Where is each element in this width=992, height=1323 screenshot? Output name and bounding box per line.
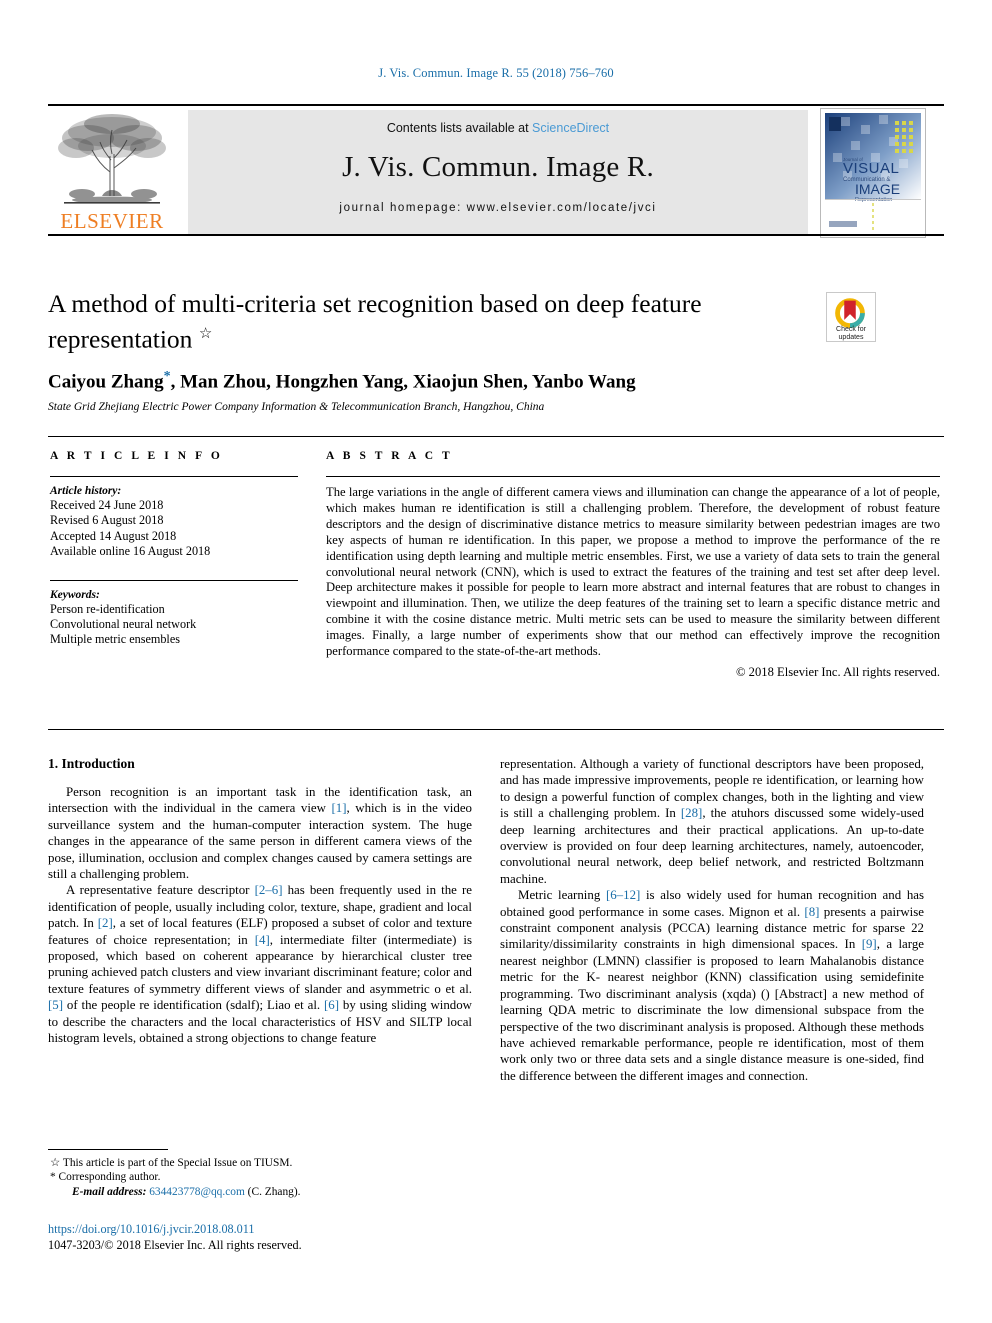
author-first: Caiyou Zhang xyxy=(48,370,164,392)
citation-ref[interactable]: [9] xyxy=(862,937,877,951)
footnote-text: Corresponding author. xyxy=(55,1171,161,1184)
author-rest: , Man Zhou, Hongzhen Yang, Xiaojun Shen,… xyxy=(170,370,636,392)
citation-ref[interactable]: [6–12] xyxy=(606,888,640,902)
abstract-text: The large variations in the angle of dif… xyxy=(326,485,940,659)
paragraph: Metric learning [6–12] is also widely us… xyxy=(500,887,924,1084)
citation-ref[interactable]: [2–6] xyxy=(255,883,283,897)
citation-ref[interactable]: [1] xyxy=(331,801,346,815)
journal-homepage-link[interactable]: journal homepage: www.elsevier.com/locat… xyxy=(339,202,656,214)
footnote-rule xyxy=(48,1149,168,1150)
footnote-star-mark: ☆ xyxy=(50,1157,61,1169)
keyword-item: Multiple metric ensembles xyxy=(50,632,180,647)
abstract-sub-rule xyxy=(326,476,940,477)
keywords-rule xyxy=(50,579,298,581)
title-block: A method of multi-criteria set recogniti… xyxy=(48,288,808,413)
citation-ref[interactable]: [2] xyxy=(98,916,113,930)
footnote-special-issue: ☆ This article is part of the Special Is… xyxy=(48,1156,472,1170)
paragraph: A representative feature descriptor [2–6… xyxy=(48,882,472,1046)
footnote-text: This article is part of the Special Issu… xyxy=(60,1157,293,1169)
title-footnote-star: ☆ xyxy=(198,326,213,342)
citation-ref[interactable]: [4] xyxy=(255,933,270,947)
elsevier-wordmark: ELSEVIER xyxy=(60,209,164,233)
svg-text:VISUAL: VISUAL xyxy=(843,160,899,177)
elsevier-tree-icon xyxy=(58,114,166,204)
citation-ref[interactable]: [28] xyxy=(681,806,702,820)
paper-title-text: A method of multi-criteria set recogniti… xyxy=(48,289,702,354)
citation-ref[interactable]: [8] xyxy=(804,905,819,919)
footnotes-block: ☆ This article is part of the Special Is… xyxy=(48,1149,472,1199)
paragraph: representation. Although a variety of fu… xyxy=(500,756,924,887)
paragraph: Person recognition is an important task … xyxy=(48,784,472,882)
email-suffix: (C. Zhang). xyxy=(244,1185,301,1198)
text-run: Metric learning xyxy=(518,888,606,903)
doi-block: https://doi.org/10.1016/j.jvcir.2018.08.… xyxy=(48,1222,472,1253)
article-info-column: Article history: Received 24 June 2018 R… xyxy=(50,476,298,648)
contents-available-line: Contents lists available at ScienceDirec… xyxy=(387,121,609,135)
running-head: J. Vis. Commun. Image R. 55 (2018) 756–7… xyxy=(378,66,614,80)
citation-ref[interactable]: [5] xyxy=(48,998,63,1012)
text-run: , a large nearest neighbor (LMNN) classi… xyxy=(500,937,924,1083)
journal-cover-thumbnail: Journal of VISUAL Communication & IMAGE … xyxy=(820,108,926,238)
body-column-right: representation. Although a variety of fu… xyxy=(500,756,924,1084)
info-sub-rule xyxy=(50,476,298,477)
crossmark-label-line2: updates xyxy=(838,334,864,341)
page-title: A method of multi-criteria set recogniti… xyxy=(48,288,808,355)
masthead-top-rule xyxy=(48,104,944,106)
citation-ref[interactable]: [6] xyxy=(324,998,339,1012)
corresponding-author-mark: * xyxy=(163,368,171,384)
history-item: Accepted 14 August 2018 xyxy=(50,528,177,543)
abstract-heading: A B S T R A C T xyxy=(326,450,453,462)
author-list: Caiyou Zhang*, Man Zhou, Hongzhen Yang, … xyxy=(48,369,808,393)
history-item: Received 24 June 2018 xyxy=(50,498,164,512)
keyword-item: Person re-identification xyxy=(50,601,165,616)
info-top-rule xyxy=(48,436,944,437)
history-item: Available online 16 August 2018 xyxy=(50,544,211,559)
body-column-left: 1. Introduction Person recognition is an… xyxy=(48,756,472,1047)
journal-banner: Contents lists available at ScienceDirec… xyxy=(188,110,808,236)
cover-art: Journal of VISUAL Communication & IMAGE … xyxy=(821,109,925,237)
elsevier-logo: ELSEVIER xyxy=(48,110,176,236)
email-label: E-mail address: xyxy=(72,1185,147,1198)
keywords-label: Keywords: xyxy=(50,588,100,601)
crossmark-label: Check for updates xyxy=(820,326,882,342)
info-bottom-rule xyxy=(48,729,944,730)
svg-text:IMAGE: IMAGE xyxy=(855,181,900,197)
contents-prefix: Contents lists available at xyxy=(386,121,533,135)
article-info-heading: A R T I C L E I N F O xyxy=(50,450,223,462)
doi-link[interactable]: https://doi.org/10.1016/j.jvcir.2018.08.… xyxy=(48,1222,472,1238)
text-run: A representative feature descriptor xyxy=(66,883,255,898)
sciencedirect-link[interactable]: ScienceDirect xyxy=(532,121,609,135)
section-heading-introduction: 1. Introduction xyxy=(48,756,135,771)
keyword-item: Convolutional neural network xyxy=(50,617,197,632)
crossmark-label-line1: Check for xyxy=(836,326,866,333)
affiliation: State Grid Zhejiang Electric Power Compa… xyxy=(48,400,545,413)
footnote-email-line: E-mail address: 634423778@qq.com (C. Zha… xyxy=(48,1185,472,1199)
abstract-copyright: © 2018 Elsevier Inc. All rights reserved… xyxy=(735,664,940,679)
journal-article-page: J. Vis. Commun. Image R. 55 (2018) 756–7… xyxy=(0,0,992,1323)
footnote-corresponding-author: * Corresponding author. xyxy=(48,1170,472,1184)
email-link[interactable]: 634423778@qq.com xyxy=(149,1186,245,1198)
journal-masthead: ELSEVIER Contents lists available at Sci… xyxy=(48,104,944,238)
text-run: of the people re identification (sdalf);… xyxy=(63,998,325,1013)
journal-title: J. Vis. Commun. Image R. xyxy=(342,151,654,183)
masthead-bottom-rule xyxy=(48,234,944,236)
abstract-column: The large variations in the angle of dif… xyxy=(326,476,940,680)
issn-copyright-line: 1047-3203/© 2018 Elsevier Inc. All right… xyxy=(48,1237,302,1252)
article-history-label: Article history: xyxy=(50,485,122,497)
history-item: Revised 6 August 2018 xyxy=(50,513,164,528)
